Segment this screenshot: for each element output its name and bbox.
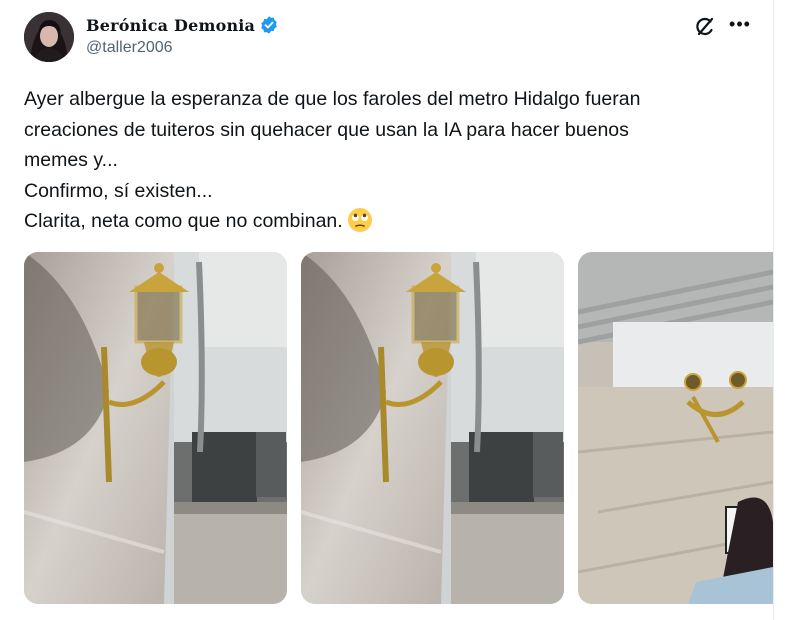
tweet-line: Confirmo, sí existen...	[24, 179, 213, 202]
tweet-last-line: Clarita, neta como que no combinan.	[24, 206, 754, 237]
profile-photo	[24, 12, 74, 62]
verified-badge-icon	[261, 16, 277, 34]
lamp-photo-3-icon	[578, 252, 773, 604]
more-options-button[interactable]: •••	[727, 14, 753, 36]
media-photo-2[interactable]	[301, 252, 564, 604]
tweet-line: Ayer albergue la esperanza de que los fa…	[24, 88, 641, 110]
media-photo-1[interactable]	[24, 252, 287, 604]
tweet-line: Clarita, neta como que no combinan.	[24, 210, 343, 232]
author-display-name[interactable]: Berónica Demonia	[86, 16, 255, 35]
author-handle[interactable]: @taller2006	[86, 39, 173, 57]
rolling-eyes-emoji-icon	[347, 208, 372, 232]
media-photo-3[interactable]	[578, 252, 773, 604]
media-gallery	[24, 252, 773, 604]
lamp-photo-1-icon	[24, 252, 287, 604]
grok-button[interactable]	[692, 14, 718, 40]
author-avatar[interactable]	[24, 12, 74, 62]
tweet-card: Berónica Demonia @taller2006 ••• Ayer al…	[0, 0, 774, 620]
tweet-text: Ayer albergue la esperanza de que los fa…	[24, 84, 754, 237]
tweet-line: creaciones de tuiteros sin quehacer que …	[24, 118, 629, 141]
lamp-photo-2-icon	[301, 252, 564, 604]
tweet-line: memes y...	[24, 149, 118, 171]
author-name-row[interactable]: Berónica Demonia	[86, 14, 279, 36]
grok-icon	[696, 17, 714, 36]
